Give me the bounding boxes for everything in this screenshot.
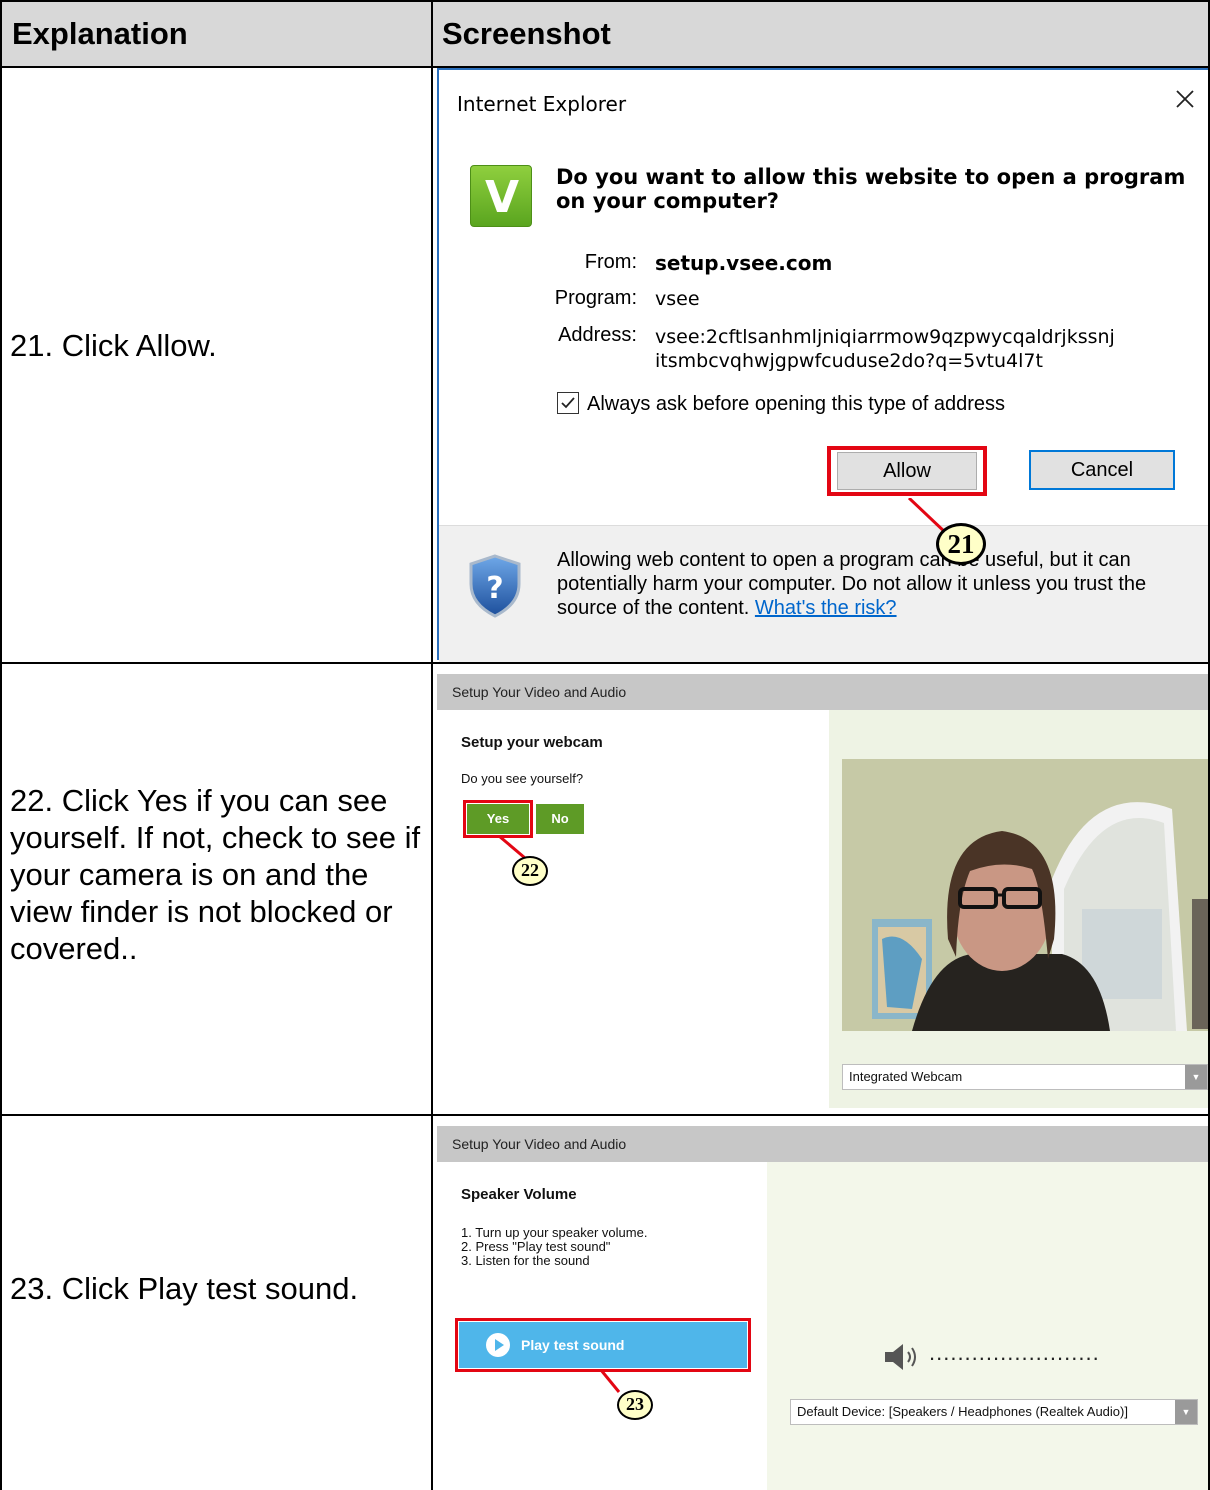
close-icon[interactable]	[1168, 82, 1202, 116]
address-label: Address:	[558, 324, 637, 346]
table-border-left	[0, 0, 2, 1490]
volume-level-indicator: ........................	[929, 1340, 1100, 1365]
camera-select-value: Integrated Webcam	[849, 1069, 963, 1084]
address-line-1: vsee:2cftlsanhmljniqiarrmow9qzpwycqaldrj…	[655, 326, 1115, 348]
dialog-question: Do you want to allow this website to ope…	[556, 165, 1186, 213]
speaker-right-pane	[767, 1162, 1210, 1490]
program-value: vsee	[655, 288, 700, 310]
header-screenshot: Screenshot	[442, 16, 611, 51]
instruction-3: 3. Listen for the sound	[461, 1253, 590, 1268]
table-divider	[0, 1114, 1210, 1116]
table-divider	[0, 66, 1210, 68]
vsee-logo-icon: V	[470, 165, 532, 227]
window-title: Setup Your Video and Audio	[437, 1126, 1210, 1162]
callout-22: 22	[512, 856, 548, 886]
speaker-heading: Speaker Volume	[461, 1186, 577, 1203]
webcam-setup-window: Setup Your Video and Audio Setup your we…	[437, 674, 1210, 1108]
callout-23: 23	[617, 1390, 653, 1420]
dialog-title: Internet Explorer	[457, 92, 627, 116]
table-column-divider	[431, 0, 433, 1490]
warning-text: Allowing web content to open a program c…	[557, 548, 1177, 620]
camera-select[interactable]: Integrated Webcam ▼	[842, 1064, 1208, 1090]
webcam-question: Do you see yourself?	[461, 771, 584, 786]
logo-letter: V	[484, 172, 520, 223]
svg-text:?: ?	[486, 571, 503, 606]
step-22-explanation: 22. Click Yes if you can see yourself. I…	[10, 783, 421, 966]
header-explanation: Explanation	[12, 16, 188, 51]
play-highlight-box	[455, 1318, 751, 1372]
speaker-left-pane: Speaker Volume 1. Turn up your speaker v…	[437, 1162, 767, 1490]
from-label: From:	[584, 251, 637, 273]
chevron-down-icon: ▼	[1175, 1400, 1197, 1424]
speaker-setup-window: Setup Your Video and Audio Speaker Volum…	[437, 1126, 1210, 1490]
table-border-top	[0, 0, 1210, 2]
instruction-table: Explanation Screenshot 21. Click Allow. …	[0, 0, 1210, 1490]
table-divider	[0, 662, 1210, 664]
device-select-value: Default Device: [Speakers / Headphones (…	[797, 1404, 1128, 1419]
no-button[interactable]: No	[536, 804, 584, 834]
step-23-explanation: 23. Click Play test sound.	[10, 1271, 359, 1306]
callout-21: 21	[936, 523, 986, 565]
checkbox-label: Always ask before opening this type of a…	[587, 393, 1006, 415]
webcam-heading: Setup your webcam	[461, 734, 603, 751]
always-ask-checkbox[interactable]	[557, 392, 579, 414]
ie-dialog: Internet Explorer V Do you want to allow…	[437, 68, 1210, 662]
chevron-down-icon: ▼	[1185, 1065, 1207, 1089]
from-value: setup.vsee.com	[655, 251, 833, 275]
risk-link[interactable]: What's the risk?	[755, 597, 897, 619]
shield-question-icon: ?	[469, 554, 521, 618]
window-title: Setup Your Video and Audio	[437, 674, 1210, 710]
allow-highlight-box	[827, 446, 987, 496]
address-line-2: itsmbcvqhwjgpwfcuduse2do?q=5vtu4l7t	[655, 350, 1043, 372]
webcam-preview	[842, 759, 1208, 1031]
instruction-1: 1. Turn up your speaker volume.	[461, 1225, 648, 1240]
yes-highlight-box	[463, 800, 533, 838]
speaker-icon	[885, 1344, 916, 1370]
program-label: Program:	[554, 287, 637, 309]
step-21-explanation: 21. Click Allow.	[10, 328, 217, 363]
speaker-device-select[interactable]: Default Device: [Speakers / Headphones (…	[790, 1399, 1198, 1425]
webcam-left-pane: Setup your webcam Do you see yourself? Y…	[437, 710, 829, 1108]
instruction-2: 2. Press "Play test sound"	[461, 1239, 611, 1254]
cancel-button[interactable]: Cancel	[1029, 450, 1175, 490]
